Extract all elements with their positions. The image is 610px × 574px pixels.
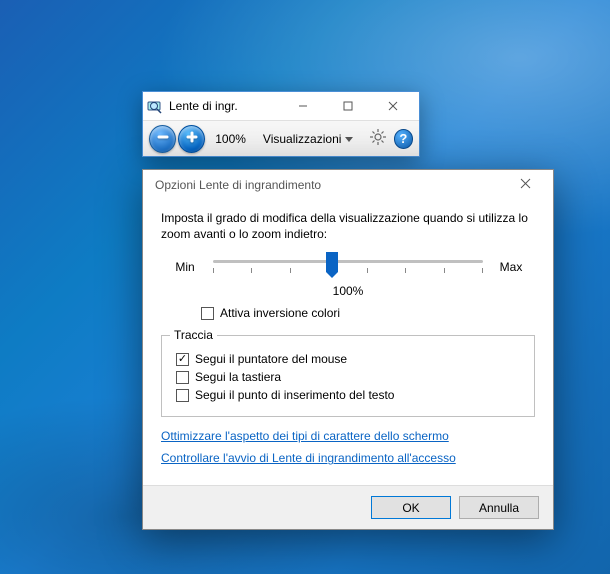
magnifier-app-icon [147, 98, 163, 114]
follow-mouse-checkbox[interactable]: Segui il puntatore del mouse [170, 352, 526, 366]
checkbox-icon [176, 353, 189, 366]
slider-instruction: Imposta il grado di modifica della visua… [161, 210, 535, 242]
zoom-step-slider[interactable] [213, 252, 483, 282]
maximize-button[interactable] [325, 96, 370, 116]
options-close-button[interactable] [503, 174, 547, 196]
options-titlebar[interactable]: Opzioni Lente di ingrandimento [143, 170, 553, 200]
checkbox-icon [201, 307, 214, 320]
magnifier-toolbar: 100% Visualizzazioni [143, 120, 419, 156]
options-footer: OK Annulla [143, 485, 553, 529]
zoom-in-button[interactable] [178, 125, 205, 153]
plus-icon [185, 130, 199, 147]
close-button[interactable] [370, 96, 415, 116]
ok-button[interactable]: OK [371, 496, 451, 519]
gear-icon [369, 128, 387, 149]
close-icon [520, 178, 531, 192]
slider-ticks [213, 268, 483, 274]
follow-keyboard-label: Segui la tastiera [195, 370, 281, 384]
magnifier-titlebar[interactable]: Lente di ingr. [143, 92, 419, 120]
views-dropdown[interactable]: Visualizzazioni [256, 126, 361, 152]
follow-mouse-label: Segui il puntatore del mouse [195, 352, 347, 366]
slider-thumb[interactable] [326, 252, 338, 272]
chevron-down-icon [345, 132, 353, 146]
invert-colors-label: Attiva inversione colori [220, 306, 340, 320]
startup-link[interactable]: Controllare l'avvio di Lente di ingrandi… [161, 451, 535, 465]
minimize-button[interactable] [280, 96, 325, 116]
zoom-step-slider-row: Min Max [161, 252, 535, 282]
optimize-fonts-link[interactable]: Ottimizzare l'aspetto dei tipi di caratt… [161, 429, 535, 443]
tracking-legend: Traccia [170, 328, 217, 342]
help-button[interactable]: ? [394, 129, 413, 149]
slider-max-label: Max [493, 260, 529, 274]
tracking-group: Traccia Segui il puntatore del mouse Seg… [161, 328, 535, 417]
zoom-percent: 100% [207, 132, 254, 146]
follow-text-checkbox[interactable]: Segui il punto di inserimento del testo [170, 388, 526, 402]
options-body: Imposta il grado di modifica della visua… [143, 200, 553, 485]
minus-icon [156, 130, 170, 147]
checkbox-icon [176, 371, 189, 384]
views-label: Visualizzazioni [263, 132, 342, 146]
checkbox-icon [176, 389, 189, 402]
zoom-out-button[interactable] [149, 125, 176, 153]
slider-min-label: Min [167, 260, 203, 274]
invert-colors-checkbox[interactable]: Attiva inversione colori [161, 306, 535, 320]
magnifier-window: Lente di ingr. 100% Visualizzazioni [142, 91, 420, 157]
follow-text-label: Segui il punto di inserimento del testo [195, 388, 394, 402]
magnifier-title: Lente di ingr. [163, 99, 280, 113]
follow-keyboard-checkbox[interactable]: Segui la tastiera [170, 370, 526, 384]
cancel-button[interactable]: Annulla [459, 496, 539, 519]
options-dialog: Opzioni Lente di ingrandimento Imposta i… [142, 169, 554, 530]
slider-value: 100% [161, 284, 535, 298]
settings-button[interactable] [366, 127, 389, 151]
slider-track [213, 260, 483, 263]
options-title: Opzioni Lente di ingrandimento [155, 178, 503, 192]
help-icon: ? [399, 131, 407, 146]
